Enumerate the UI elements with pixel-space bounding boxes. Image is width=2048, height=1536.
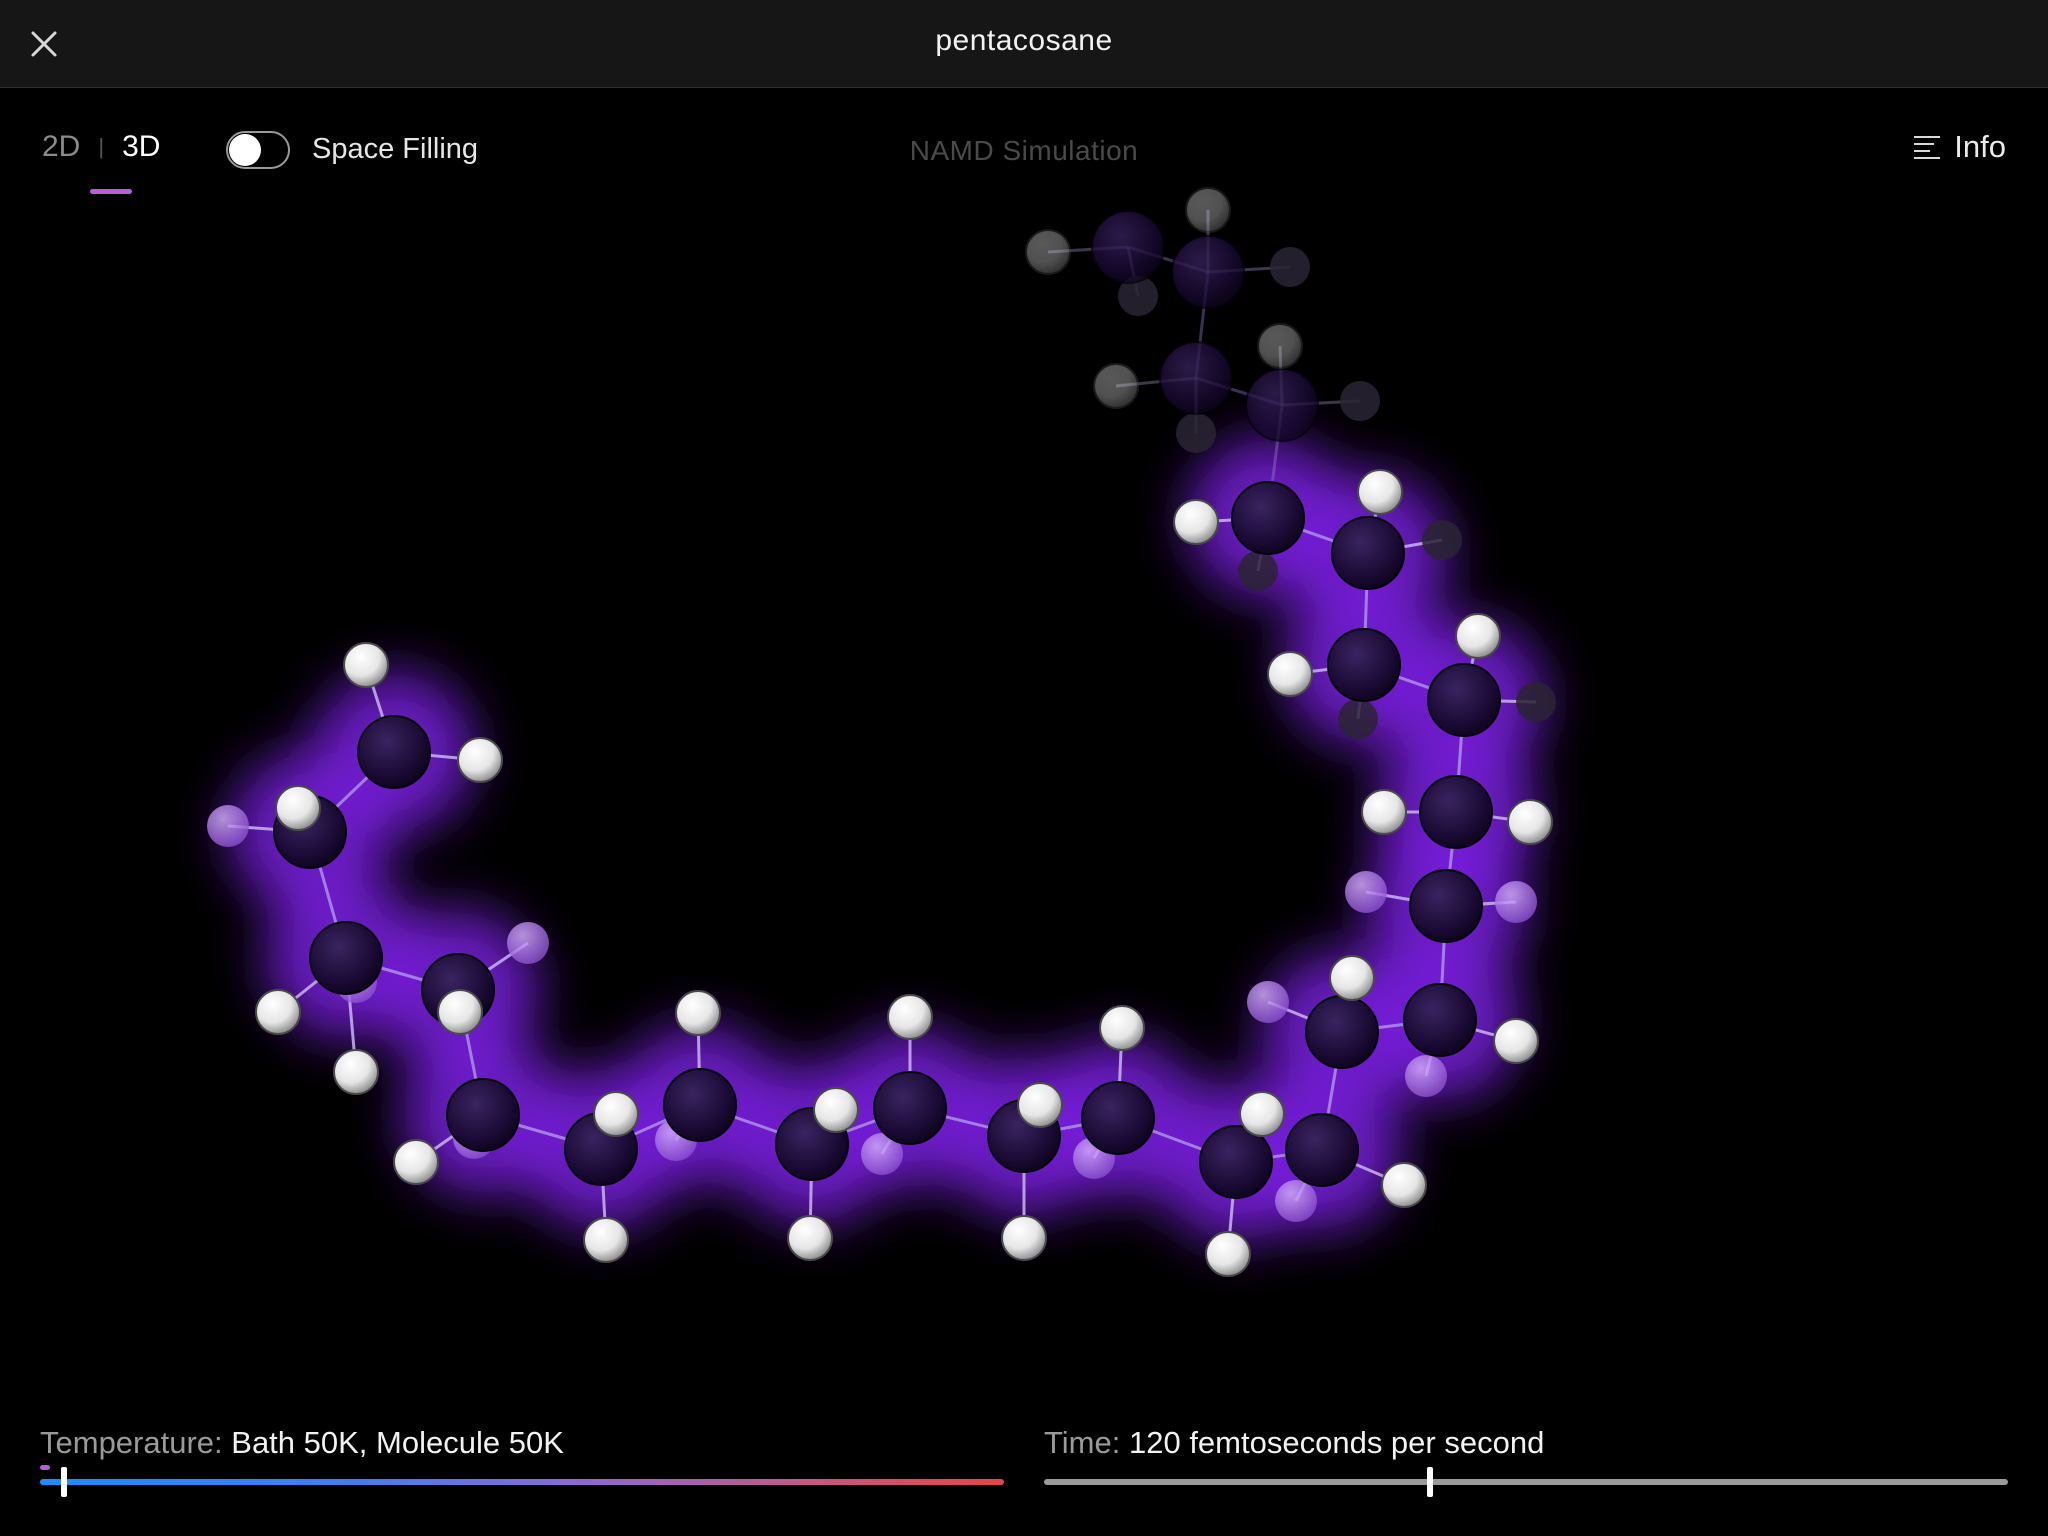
hydrogen-atom: [787, 1215, 833, 1261]
hydrogen-atom: [255, 989, 301, 1035]
carbon-atom: [1245, 368, 1319, 442]
carbon-atom: [873, 1071, 947, 1145]
carbon-atom: [1305, 995, 1379, 1069]
hydrogen-atom: [1185, 187, 1231, 233]
time-readout: Time: 120 femtoseconds per second: [1044, 1425, 1544, 1461]
hydrogen-atom: [1205, 1231, 1251, 1277]
hydrogen-atom: [275, 785, 321, 831]
hydrogen-atom: [507, 922, 549, 964]
hydrogen-atom: [1238, 551, 1278, 591]
hydrogen-atom: [393, 1139, 439, 1185]
hydrogen-atom: [1247, 981, 1289, 1023]
hydrogen-atom: [207, 805, 249, 847]
carbon-atom: [1419, 775, 1493, 849]
hydrogen-atom: [1001, 1215, 1047, 1261]
hydrogen-atom: [1270, 247, 1310, 287]
hydrogen-atom: [457, 737, 503, 783]
hydrogen-atom: [1176, 413, 1216, 453]
carbon-atom: [1403, 983, 1477, 1057]
hydrogen-atom: [1267, 651, 1313, 697]
hydrogen-atom: [1338, 699, 1378, 739]
hydrogen-atom: [1495, 881, 1537, 923]
hydrogen-atom: [1093, 363, 1139, 409]
hydrogen-atom: [593, 1091, 639, 1137]
hydrogen-atom: [1099, 1005, 1145, 1051]
time-slider-thumb[interactable]: [1426, 1467, 1433, 1497]
temperature-slider-thumb[interactable]: [61, 1467, 68, 1497]
title-bar: pentacosane: [0, 0, 2048, 88]
hydrogen-atom: [1239, 1091, 1285, 1137]
hydrogen-atom: [813, 1087, 859, 1133]
hydrogen-atom: [333, 1049, 379, 1095]
hydrogen-atom: [887, 994, 933, 1040]
hydrogen-atom: [1257, 323, 1303, 369]
carbon-atom: [1159, 341, 1233, 415]
hydrogen-atom: [675, 990, 721, 1036]
carbon-atom: [1091, 210, 1165, 284]
carbon-atom: [309, 921, 383, 995]
carbon-atom: [1409, 869, 1483, 943]
molecule-viewer[interactable]: [0, 88, 2048, 1388]
hydrogen-atom: [1357, 469, 1403, 515]
carbon-atom: [1231, 481, 1305, 555]
carbon-atom: [1285, 1113, 1359, 1187]
hydrogen-atom: [437, 989, 483, 1035]
hydrogen-atom: [343, 642, 389, 688]
carbon-atom: [1327, 628, 1401, 702]
hydrogen-atom: [1493, 1018, 1539, 1064]
temperature-label: Temperature:: [40, 1425, 223, 1460]
carbon-atom: [1171, 235, 1245, 309]
temperature-readout: Temperature: Bath 50K, Molecule 50K: [40, 1425, 564, 1461]
hydrogen-atom: [583, 1217, 629, 1263]
hydrogen-atom: [1173, 499, 1219, 545]
carbon-atom: [446, 1078, 520, 1152]
temperature-indicator: [40, 1465, 50, 1470]
hydrogen-atom: [1345, 871, 1387, 913]
carbon-atom: [1081, 1081, 1155, 1155]
simulation-controls: Temperature: Bath 50K, Molecule 50K Time…: [0, 1415, 2048, 1536]
time-slider[interactable]: [1044, 1467, 2008, 1497]
hydrogen-atom: [1381, 1162, 1427, 1208]
temperature-slider[interactable]: [40, 1467, 1004, 1497]
window-title: pentacosane: [935, 24, 1113, 57]
temperature-value: Bath 50K, Molecule 50K: [231, 1425, 564, 1460]
hydrogen-atom: [1507, 799, 1553, 845]
hydrogen-atom: [1422, 520, 1462, 560]
hydrogen-atom: [1361, 789, 1407, 835]
time-value: 120 femtoseconds per second: [1128, 1425, 1545, 1460]
carbon-atom: [1427, 663, 1501, 737]
hydrogen-atom: [1455, 613, 1501, 659]
hydrogen-atom: [1275, 1180, 1317, 1222]
hydrogen-atom: [1405, 1055, 1447, 1097]
hydrogen-atom: [1340, 381, 1380, 421]
hydrogen-atom: [1516, 682, 1556, 722]
carbon-atom: [663, 1068, 737, 1142]
time-label: Time:: [1044, 1425, 1121, 1460]
carbon-atom: [357, 715, 431, 789]
carbon-atom: [1331, 516, 1405, 590]
hydrogen-atom: [1017, 1082, 1063, 1128]
hydrogen-atom: [1329, 955, 1375, 1001]
hydrogen-atom: [1025, 229, 1071, 275]
